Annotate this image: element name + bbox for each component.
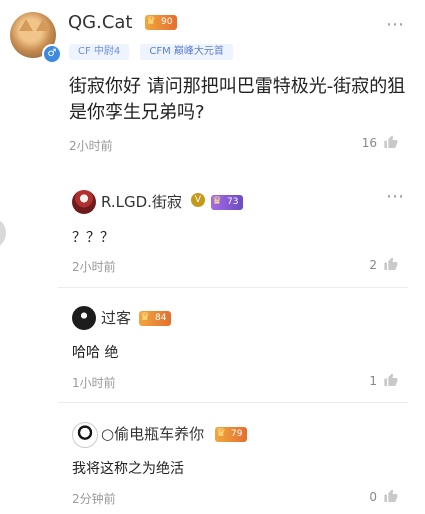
- reply-username[interactable]: R.LGD.街寂: [101, 191, 182, 212]
- reply-like-count: 0: [369, 490, 377, 504]
- crown-icon: ♛: [140, 310, 150, 323]
- crown-icon: ♛: [212, 194, 222, 207]
- main-comment-time: 2小时前: [69, 139, 113, 153]
- main-level-text: 90: [161, 17, 173, 27]
- left-scroll-tab[interactable]: [0, 217, 6, 249]
- tag-cf-rank[interactable]: CF 中尉4: [69, 44, 130, 60]
- main-tags: CF 中尉4 CFM 巅峰大元首: [69, 39, 239, 60]
- ellipsis-icon[interactable]: ⋯: [386, 186, 405, 207]
- reply-user-avatar[interactable]: [72, 422, 98, 448]
- thumbs-up-icon[interactable]: [383, 256, 399, 272]
- reply-user-avatar[interactable]: [72, 190, 96, 214]
- main-username[interactable]: QG.Cat: [68, 12, 133, 33]
- reply-time: 2分钟前: [72, 492, 116, 506]
- male-icon: ♂: [42, 44, 62, 64]
- reply-level-text: 79: [231, 429, 243, 439]
- reply-divider: [58, 287, 408, 288]
- reply-level-text: 73: [227, 197, 239, 207]
- reply-text: 哈哈 绝: [72, 345, 119, 361]
- level-badge-main: ♛ 90: [145, 14, 178, 30]
- avatar-ear-left: [19, 19, 33, 31]
- reply-time: 1小时前: [72, 376, 116, 390]
- reply-divider: [58, 402, 408, 403]
- tag-cfm-rank[interactable]: CFM 巅峰大元首: [140, 44, 233, 60]
- thumbs-up-icon[interactable]: [383, 134, 399, 150]
- reply-username[interactable]: ○偷电瓶车养你: [101, 423, 204, 444]
- reply-like-count: 1: [369, 374, 377, 388]
- reply-time: 2小时前: [72, 260, 116, 274]
- comment-thread: ♂ QG.Cat ♛ 90 CF 中尉4 CFM 巅峰大元首 ⋯ 街寂你好 请问…: [0, 0, 425, 514]
- crown-icon: ♛: [216, 426, 226, 439]
- reply-like-count: 2: [369, 258, 377, 272]
- main-like-count: 16: [361, 136, 377, 150]
- reply-user-avatar[interactable]: [72, 306, 96, 330]
- level-badge-reply: ♛ 73: [211, 194, 244, 210]
- thumbs-up-icon[interactable]: [383, 488, 399, 504]
- ellipsis-icon[interactable]: ⋯: [386, 14, 405, 35]
- reply-level-text: 84: [155, 313, 167, 323]
- reply-text: ？？？: [72, 230, 114, 246]
- verified-icon: V: [191, 193, 205, 207]
- reply-username[interactable]: 过客: [101, 307, 131, 328]
- thumbs-up-icon[interactable]: [383, 372, 399, 388]
- level-badge-reply: ♛ 79: [215, 426, 248, 442]
- reply-text: 我将这称之为绝活: [72, 461, 184, 477]
- avatar-ear-right: [36, 19, 50, 31]
- level-badge-reply: ♛ 84: [139, 310, 172, 326]
- crown-icon: ♛: [146, 14, 156, 27]
- main-comment-text: 街寂你好 请问那把叫巴雷特极光-街寂的狙是你孪生兄弟吗?: [69, 76, 406, 123]
